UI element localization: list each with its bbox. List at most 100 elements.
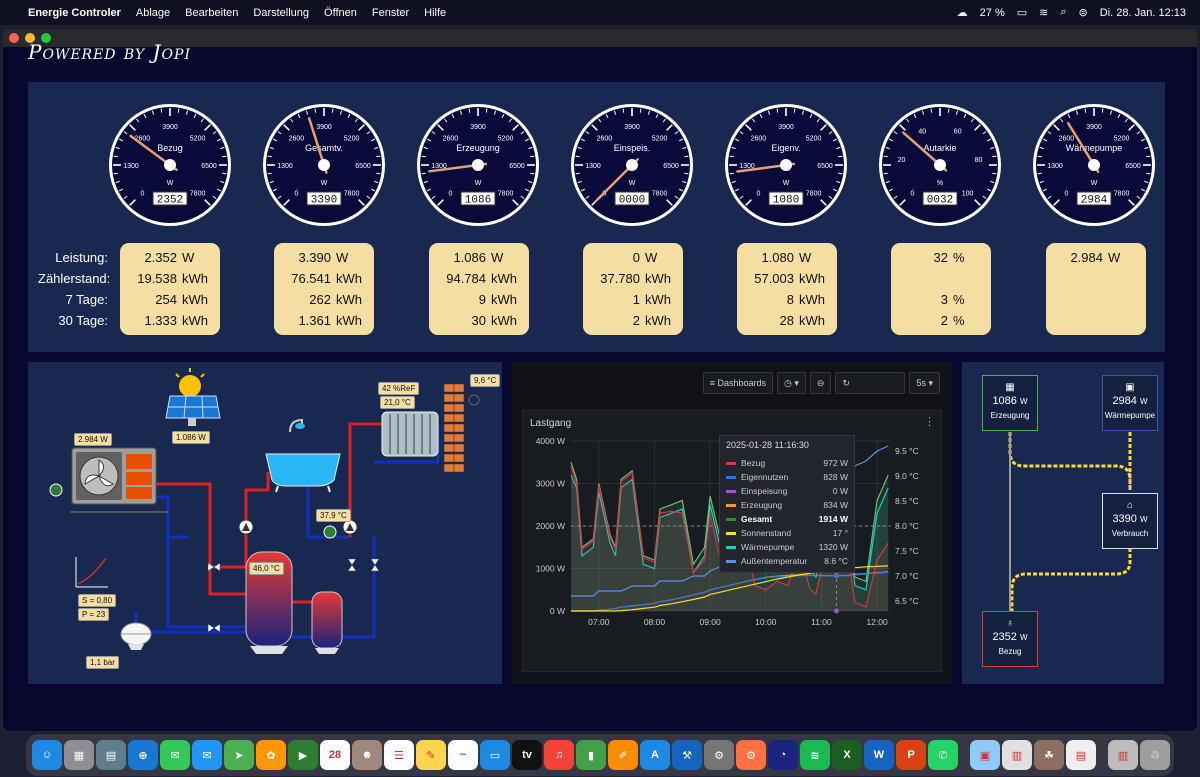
tooltip-row: Bezug972 W (726, 456, 848, 470)
dock-messages-icon[interactable]: ✉ (160, 740, 190, 770)
menubar-clock[interactable]: Di. 28. Jan. 12:13 (1100, 7, 1186, 19)
dock-app-store-icon[interactable]: A (640, 740, 670, 770)
dock-xcode-icon[interactable]: ⚒ (672, 740, 702, 770)
dock-pages-icon[interactable]: ✐ (608, 740, 638, 770)
meter-unit: kWh (491, 268, 519, 289)
heatpump-power-icon[interactable] (50, 484, 62, 496)
dock-maps-icon[interactable]: ➤ (224, 740, 254, 770)
dock-pet-app-icon[interactable]: ☘ (1034, 740, 1064, 770)
wifi-icon[interactable]: ≋ (1039, 6, 1048, 19)
close-window-button[interactable] (9, 33, 19, 43)
room-temp-value: 21,0 °C (380, 396, 415, 409)
menu-hilfe[interactable]: Hilfe (424, 7, 446, 19)
y-right-tick-label: 8.0 °C (895, 521, 919, 531)
battery-icon[interactable]: ▭ (1017, 6, 1027, 19)
dock-launchpad-icon[interactable]: ▦ (64, 740, 94, 770)
meter-card-line: 2.984W (1046, 247, 1146, 268)
gauge-tick-label: 5200 (344, 135, 360, 142)
y-right-tick-label: 7.5 °C (895, 546, 919, 556)
meter-value: 3 (941, 289, 948, 310)
dock-photos-icon[interactable]: ✿ (256, 740, 286, 770)
dock-utility-icon[interactable]: ▥ (1002, 740, 1032, 770)
dock-energie-controler-icon[interactable]: ◔ (768, 740, 798, 770)
menu-darstellung[interactable]: Darstellung (253, 7, 309, 19)
lastgang-chart-panel: Lastgang ⋮ 0 W1000 W2000 W3000 W4000 W6.… (522, 410, 942, 672)
gauge-tick-label: 7800 (806, 191, 822, 198)
y-right-tick-label: 9.5 °C (895, 446, 919, 456)
dock-system-settings-icon[interactable]: ⚙ (704, 740, 734, 770)
circulation-power-icon[interactable] (324, 526, 336, 538)
gauge-label: Autarkie (923, 143, 956, 153)
spotlight-search-icon[interactable]: ⌕ (1060, 6, 1066, 19)
meter-value: 2.352 (144, 247, 177, 268)
gauge-hub (780, 159, 792, 171)
dock-finder-icon[interactable]: ☺ (32, 740, 62, 770)
flow-node-bezug[interactable]: ♁ 2352 W Bezug (982, 611, 1038, 667)
verbrauch-label: Verbrauch (1103, 529, 1157, 538)
erzeugung-unit: W (1020, 397, 1028, 406)
tooltip-row: Erzeugung834 W (726, 498, 848, 512)
dock-powerpoint-icon[interactable]: P (896, 740, 926, 770)
dock-photo-slideshow-icon[interactable]: ▤ (96, 740, 126, 770)
tooltip-series-value: 972 W (823, 458, 848, 468)
pressure-value: 1,1 bar (86, 656, 119, 669)
flow-node-erzeugung[interactable]: ▦ 1086 W Erzeugung (982, 375, 1038, 431)
dock-calendar-icon[interactable]: 28 (320, 740, 350, 770)
dock-reminders-icon[interactable]: ☰ (384, 740, 414, 770)
refresh-button[interactable]: ↻ (835, 372, 905, 394)
flow-node-verbrauch[interactable]: ⌂ 3390 W Verbrauch (1102, 493, 1158, 549)
zoom-out-button[interactable]: ⊖ (810, 372, 832, 394)
time-range-button[interactable]: ◷ ▾ (777, 372, 806, 394)
menu-ablage[interactable]: Ablage (136, 7, 170, 19)
gauge-digital-display: 0000 (619, 195, 645, 207)
meter-unit (1108, 310, 1136, 331)
dock-mail-icon[interactable]: ✉ (192, 740, 222, 770)
gauge-tick-label: 5200 (498, 135, 514, 142)
tooltip-series-name: Wärmepumpe (741, 542, 819, 552)
meter-unit: kWh (336, 289, 364, 310)
tooltip-series-name: Sonnenstand (741, 528, 833, 538)
erzeugung-value: 1086 (992, 395, 1016, 407)
dock-safari-icon[interactable]: ⊕ (128, 740, 158, 770)
gauge-tick-label: 1300 (585, 163, 601, 170)
dock-contacts-icon[interactable]: ☻ (352, 740, 382, 770)
gauge-tick-label: 40 (918, 128, 926, 135)
meter-value: 2 (633, 310, 640, 331)
gauge-unit: % (937, 180, 943, 187)
dock-word-icon[interactable]: W (864, 740, 894, 770)
menu-app-name[interactable]: Energie Controler (28, 7, 121, 19)
flow-temp-value: 37,9 °C (316, 509, 351, 522)
flow-node-waermepumpe[interactable]: ▣ 2984 W Wärmepumpe (1102, 375, 1158, 431)
clock-icon: ◷ ▾ (784, 378, 799, 389)
gauge-tick-label: 6500 (817, 163, 833, 170)
menu-bearbeiten[interactable]: Bearbeiten (185, 7, 238, 19)
dock-downloads-icon[interactable]: ▥ (1108, 740, 1138, 770)
tooltip-series-value: 828 W (823, 472, 848, 482)
menu-fenster[interactable]: Fenster (372, 7, 409, 19)
dock-trash-icon[interactable]: ♲ (1140, 740, 1170, 770)
dock-spotify-icon[interactable]: ≋ (800, 740, 830, 770)
dock-preview-icon[interactable]: ▣ (970, 740, 1000, 770)
gauge-tick-label: 5200 (806, 135, 822, 142)
tooltip-swatch (726, 532, 736, 535)
dock-facetime-icon[interactable]: ▶ (288, 740, 318, 770)
dock-numbers-icon[interactable]: ▮ (576, 740, 606, 770)
dock-notes-icon[interactable]: ✎ (416, 740, 446, 770)
dock-tv-icon[interactable]: tv (512, 740, 542, 770)
dock-keynote-icon[interactable]: ▭ (480, 740, 510, 770)
dock-freeform-icon[interactable]: ~ (448, 740, 478, 770)
weather-icon[interactable]: ☁ (957, 6, 968, 19)
row-label-7-tage: 7 Tage: (38, 289, 108, 310)
refresh-interval-select[interactable]: 5s ▾ (909, 372, 940, 394)
gauge-digital-display: 0032 (927, 195, 953, 207)
dock-documents-icon[interactable]: ▤ (1066, 740, 1096, 770)
menu-oeffnen[interactable]: Öffnen (324, 7, 357, 19)
dashboards-button[interactable]: ≡ Dashboards (703, 372, 773, 394)
dock-excel-icon[interactable]: X (832, 740, 862, 770)
dock-whatsapp-icon[interactable]: ✆ (928, 740, 958, 770)
dock-grafana-icon[interactable]: ⚙ (736, 740, 766, 770)
verbrauch-unit: W (1140, 515, 1148, 524)
dock-music-icon[interactable]: ♫ (544, 740, 574, 770)
hover-point (834, 609, 839, 614)
control-center-icon[interactable]: ⊜ (1079, 6, 1088, 19)
